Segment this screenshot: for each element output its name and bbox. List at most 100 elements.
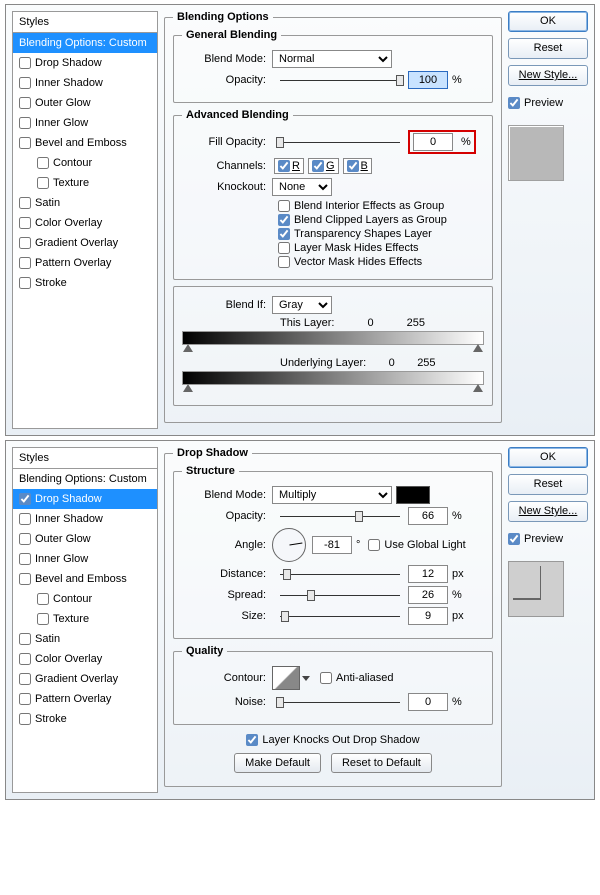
new-style-button[interactable]: New Style... — [508, 65, 588, 86]
spread-input[interactable] — [408, 586, 448, 604]
shadow-color-swatch[interactable] — [396, 486, 430, 504]
percent-unit: % — [452, 589, 462, 601]
style-item-outer-glow[interactable]: Outer Glow — [13, 93, 157, 113]
style-item-pattern-overlay[interactable]: Pattern Overlay — [13, 253, 157, 273]
noise-slider[interactable] — [280, 702, 400, 703]
style-checkbox[interactable] — [19, 257, 31, 269]
layer-knocks-out-checkbox[interactable] — [246, 734, 258, 746]
style-item-contour[interactable]: Contour — [13, 589, 157, 609]
style-item-gradient-overlay[interactable]: Gradient Overlay — [13, 233, 157, 253]
noise-input[interactable] — [408, 693, 448, 711]
style-checkbox[interactable] — [19, 653, 31, 665]
opacity-input[interactable] — [408, 507, 448, 525]
underlying-layer-gradient[interactable] — [182, 371, 484, 385]
blend-interior-checkbox[interactable] — [278, 200, 290, 212]
style-checkbox[interactable] — [19, 217, 31, 229]
style-item-drop-shadow[interactable]: Drop Shadow — [13, 489, 157, 509]
angle-input[interactable] — [312, 536, 352, 554]
style-item-bevel-emboss[interactable]: Bevel and Emboss — [13, 569, 157, 589]
style-checkbox[interactable] — [19, 713, 31, 725]
style-checkbox[interactable] — [19, 197, 31, 209]
style-checkbox[interactable] — [37, 593, 49, 605]
style-checkbox[interactable] — [37, 613, 49, 625]
size-slider[interactable] — [280, 616, 400, 617]
preview-checkbox[interactable] — [508, 97, 520, 109]
style-item-inner-shadow[interactable]: Inner Shadow — [13, 509, 157, 529]
knockout-select[interactable]: None — [272, 178, 332, 196]
style-checkbox[interactable] — [19, 573, 31, 585]
blend-if-select[interactable]: Gray — [272, 296, 332, 314]
style-item-bevel-emboss[interactable]: Bevel and Emboss — [13, 133, 157, 153]
fill-opacity-slider[interactable] — [280, 142, 400, 143]
style-checkbox[interactable] — [19, 57, 31, 69]
style-item-inner-shadow[interactable]: Inner Shadow — [13, 73, 157, 93]
style-checkbox[interactable] — [19, 97, 31, 109]
fill-opacity-input[interactable] — [413, 133, 453, 151]
distance-slider[interactable] — [280, 574, 400, 575]
vector-mask-hides-checkbox[interactable] — [278, 256, 290, 268]
channel-r-checkbox[interactable] — [278, 160, 290, 172]
style-item-outer-glow[interactable]: Outer Glow — [13, 529, 157, 549]
channel-g[interactable]: G — [308, 158, 339, 174]
blend-clipped-checkbox[interactable] — [278, 214, 290, 226]
style-item-gradient-overlay[interactable]: Gradient Overlay — [13, 669, 157, 689]
size-input[interactable] — [408, 607, 448, 625]
anti-aliased-checkbox[interactable] — [320, 672, 332, 684]
this-layer-gradient[interactable] — [182, 331, 484, 345]
style-item-texture[interactable]: Texture — [13, 609, 157, 629]
distance-input[interactable] — [408, 565, 448, 583]
style-checkbox[interactable] — [19, 553, 31, 565]
layer-mask-hides-checkbox[interactable] — [278, 242, 290, 254]
spread-slider[interactable] — [280, 595, 400, 596]
make-default-button[interactable]: Make Default — [234, 753, 321, 773]
style-checkbox[interactable] — [37, 157, 49, 169]
channel-b-checkbox[interactable] — [347, 160, 359, 172]
style-checkbox[interactable] — [19, 693, 31, 705]
preview-checkbox[interactable] — [508, 533, 520, 545]
style-item-inner-glow[interactable]: Inner Glow — [13, 113, 157, 133]
ok-button[interactable]: OK — [508, 447, 588, 468]
style-item-texture[interactable]: Texture — [13, 173, 157, 193]
use-global-light-checkbox[interactable] — [368, 539, 380, 551]
style-item-inner-glow[interactable]: Inner Glow — [13, 549, 157, 569]
transparency-shapes-checkbox[interactable] — [278, 228, 290, 240]
new-style-button[interactable]: New Style... — [508, 501, 588, 522]
style-item-pattern-overlay[interactable]: Pattern Overlay — [13, 689, 157, 709]
reset-to-default-button[interactable]: Reset to Default — [331, 753, 432, 773]
style-item-blending-options[interactable]: Blending Options: Custom — [13, 33, 157, 53]
style-item-blending-options[interactable]: Blending Options: Custom — [13, 469, 157, 489]
style-checkbox[interactable] — [19, 633, 31, 645]
style-checkbox[interactable] — [37, 177, 49, 189]
style-checkbox[interactable] — [19, 277, 31, 289]
style-checkbox[interactable] — [19, 237, 31, 249]
style-item-color-overlay[interactable]: Color Overlay — [13, 213, 157, 233]
blend-mode-select[interactable]: Normal — [272, 50, 392, 68]
style-item-stroke[interactable]: Stroke — [13, 709, 157, 729]
chevron-down-icon[interactable] — [302, 676, 310, 681]
style-checkbox[interactable] — [19, 533, 31, 545]
style-checkbox[interactable] — [19, 77, 31, 89]
style-item-contour[interactable]: Contour — [13, 153, 157, 173]
ok-button[interactable]: OK — [508, 11, 588, 32]
style-item-color-overlay[interactable]: Color Overlay — [13, 649, 157, 669]
channel-r[interactable]: R — [274, 158, 304, 174]
angle-dial[interactable] — [272, 528, 306, 562]
reset-button[interactable]: Reset — [508, 38, 588, 59]
opacity-input[interactable] — [408, 71, 448, 89]
blend-mode-select[interactable]: Multiply — [272, 486, 392, 504]
style-checkbox[interactable] — [19, 513, 31, 525]
contour-swatch[interactable] — [272, 666, 300, 690]
style-item-stroke[interactable]: Stroke — [13, 273, 157, 293]
channel-b[interactable]: B — [343, 158, 372, 174]
style-item-satin[interactable]: Satin — [13, 193, 157, 213]
reset-button[interactable]: Reset — [508, 474, 588, 495]
style-checkbox[interactable] — [19, 137, 31, 149]
style-checkbox[interactable] — [19, 493, 31, 505]
channel-g-checkbox[interactable] — [312, 160, 324, 172]
style-checkbox[interactable] — [19, 673, 31, 685]
style-checkbox[interactable] — [19, 117, 31, 129]
opacity-slider[interactable] — [280, 516, 400, 517]
style-item-drop-shadow[interactable]: Drop Shadow — [13, 53, 157, 73]
style-item-satin[interactable]: Satin — [13, 629, 157, 649]
opacity-slider[interactable] — [280, 80, 400, 81]
